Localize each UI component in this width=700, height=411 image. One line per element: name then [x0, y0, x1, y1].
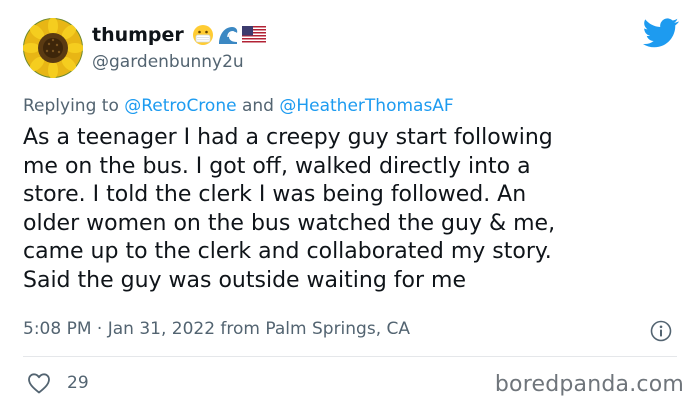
mention-link-heatherthomasaf[interactable]: @HeatherThomasAF — [279, 96, 453, 116]
name-emojis — [192, 24, 266, 46]
face-with-mask-emoji-icon — [192, 25, 213, 45]
info-icon[interactable] — [650, 320, 672, 342]
replying-to-line: Replying to @RetroCrone and @HeatherThom… — [23, 96, 454, 116]
display-name[interactable]: thumper — [92, 24, 184, 46]
us-flag-emoji-icon — [241, 26, 266, 44]
watermark: boredpanda.com — [494, 372, 684, 397]
twitter-bird-icon[interactable] — [643, 18, 679, 48]
like-button[interactable]: 29 — [27, 372, 89, 394]
replying-to-joiner: and — [241, 96, 274, 116]
sunflower-avatar-icon — [23, 18, 83, 78]
tweet-timestamp[interactable]: 5:08 PM · Jan 31, 2022 from Palm Springs… — [23, 319, 410, 339]
like-count: 29 — [67, 373, 89, 393]
avatar[interactable] — [23, 18, 83, 78]
heart-icon — [28, 373, 50, 394]
divider — [23, 356, 677, 357]
user-handle[interactable]: @gardenbunny2u — [92, 52, 244, 72]
user-name-row: thumper — [92, 22, 266, 48]
water-wave-emoji-icon — [218, 27, 238, 44]
mention-link-retrocrone[interactable]: @RetroCrone — [124, 96, 236, 116]
tweet-text: As a teenager I had a creepy guy start f… — [23, 125, 556, 293]
replying-to-prefix: Replying to — [23, 96, 119, 116]
